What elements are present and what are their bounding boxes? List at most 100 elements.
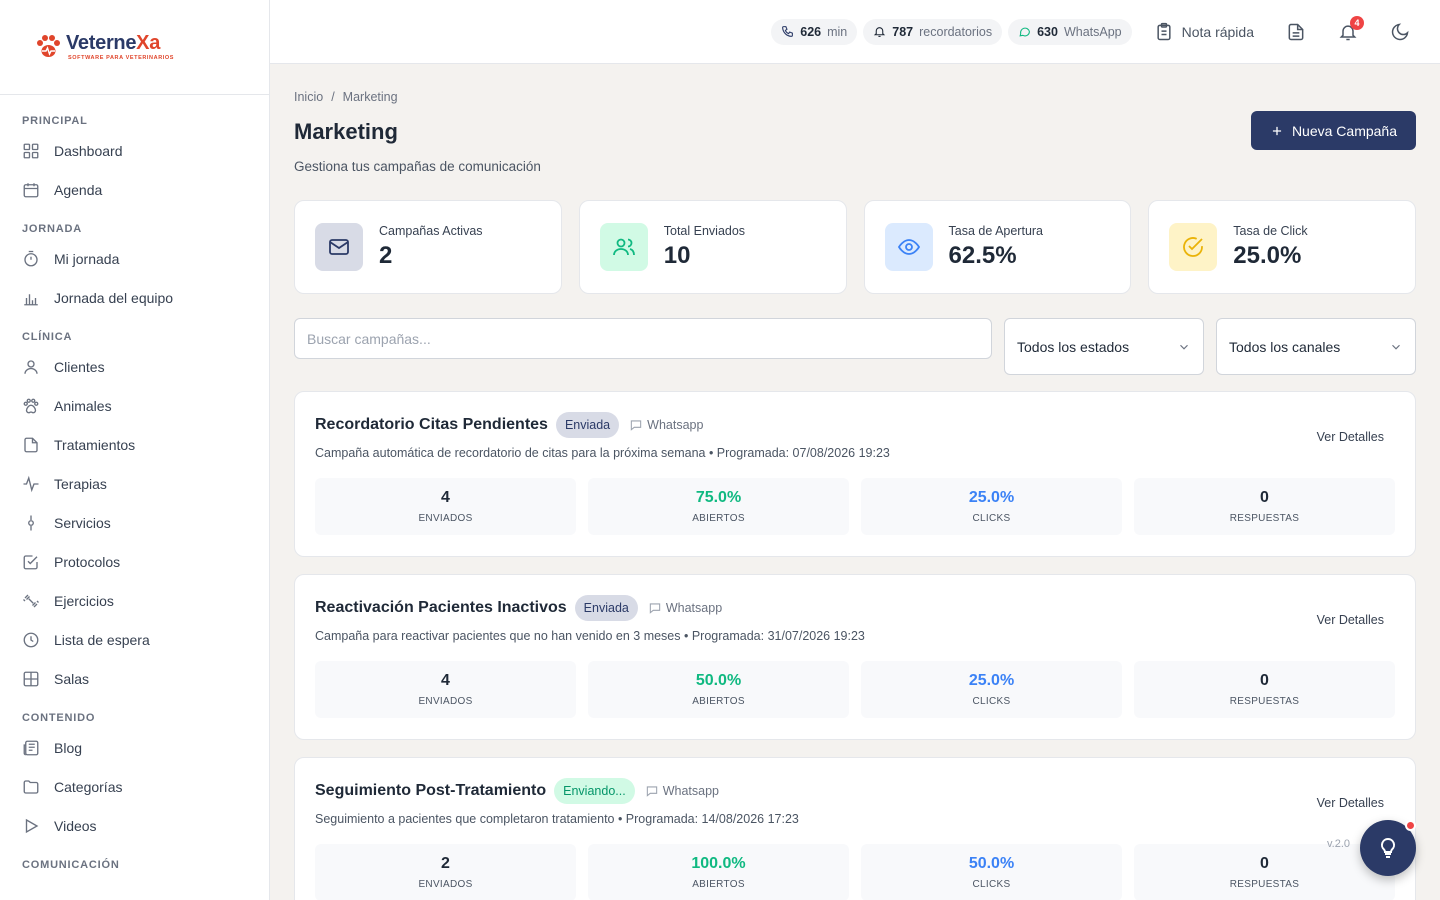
campaign-metrics: 4 ENVIADOS 50.0% ABIERTOS 25.0% CLICKS 0 RES…	[315, 661, 1395, 718]
whatsapp-unit: WhatsApp	[1063, 24, 1122, 39]
mail-icon	[315, 223, 363, 271]
search-input[interactable]	[294, 318, 992, 359]
sidebar-item-jornada-equipo[interactable]: Jornada del equipo	[0, 278, 269, 317]
metric-value: 100.0%	[691, 855, 746, 872]
breadcrumb-home[interactable]: Inicio	[294, 90, 323, 104]
channel-select-value: Todos los canales	[1229, 338, 1341, 355]
metric-opened: 75.0% ABIERTOS	[588, 478, 849, 535]
pin-icon	[22, 514, 40, 532]
sidebar-item-clientes[interactable]: Clientes	[0, 347, 269, 386]
newspaper-icon	[22, 739, 40, 757]
sidebar-item-protocolos[interactable]: Protocolos	[0, 542, 269, 581]
breadcrumb: Inicio / Marketing	[294, 90, 1416, 104]
sidebar-item-agenda[interactable]: Agenda	[0, 170, 269, 209]
metric-sent: 4 ENVIADOS	[315, 478, 576, 535]
metric-responses: 0 RESPUESTAS	[1134, 478, 1395, 535]
sidebar-item-categorias[interactable]: Categorías	[0, 767, 269, 806]
speech-bubble-icon	[645, 784, 659, 798]
sidebar-item-blog[interactable]: Blog	[0, 728, 269, 767]
stat-card-total-sent: Total Enviados 10	[578, 200, 847, 294]
channel-label: Whatsapp	[662, 784, 719, 798]
metric-value: 0	[1260, 489, 1269, 506]
quick-note-button[interactable]: Nota rápida	[1154, 22, 1254, 42]
stat-label: Campañas Activas	[379, 224, 483, 238]
page-subtitle: Gestiona tus campañas de comunicación	[294, 159, 541, 174]
metric-clicks: 25.0% CLICKS	[861, 478, 1122, 535]
sidebar-item-terapias[interactable]: Terapias	[0, 464, 269, 503]
stat-label: Tasa de Apertura	[948, 224, 1044, 238]
campaign-card: Reactivación Pacientes Inactivos Enviada…	[294, 574, 1416, 740]
stat-card-click-rate: Tasa de Click 25.0%	[1148, 200, 1416, 294]
metric-value: 25.0%	[968, 489, 1015, 506]
minutes-unit: min	[827, 24, 848, 39]
paw-icon	[22, 397, 40, 415]
nav-section-contenido: CONTENIDO	[22, 712, 96, 724]
sidebar-item-mi-jornada[interactable]: Mi jornada	[0, 239, 269, 278]
nav-section-principal: PRINCIPAL	[22, 115, 88, 127]
breadcrumb-current: Marketing	[342, 90, 398, 104]
metric-label: ABIERTOS	[692, 879, 745, 890]
metric-responses: 0 RESPUESTAS	[1134, 661, 1395, 718]
reminders-pill[interactable]: 787 recordatorios	[863, 18, 1003, 45]
whatsapp-pill[interactable]: 630 WhatsApp	[1008, 18, 1132, 45]
sidebar-item-servicios[interactable]: Servicios	[0, 503, 269, 542]
document-icon[interactable]	[1286, 22, 1306, 42]
sidebar-item-ejercicios[interactable]: Ejercicios	[0, 581, 269, 620]
metric-label: CLICKS	[972, 696, 1011, 707]
main-content: Inicio / Marketing Marketing Gestiona tu…	[294, 64, 1416, 900]
bar-chart-icon	[22, 289, 40, 307]
metric-label: ABIERTOS	[692, 696, 745, 707]
campaign-description: Campaña para reactivar pacientes que no …	[315, 629, 865, 643]
view-details-button[interactable]: Ver Detalles	[1317, 613, 1384, 627]
sidebar-item-label: Protocolos	[54, 553, 121, 570]
dark-mode-moon-icon[interactable]	[1390, 22, 1410, 42]
ideas-fab-button[interactable]	[1360, 820, 1416, 876]
metric-label: RESPUESTAS	[1229, 879, 1300, 890]
status-badge: Enviando...	[554, 778, 635, 804]
metric-label: ENVIADOS	[418, 696, 473, 707]
stat-label: Tasa de Click	[1233, 224, 1308, 238]
channel-label: Whatsapp	[647, 418, 704, 432]
brand-tagline: SOFTWARE PARA VETERINARIOS	[68, 55, 175, 61]
new-campaign-button[interactable]: Nueva Campaña	[1250, 111, 1416, 150]
reminders-value: 787	[892, 24, 914, 39]
metric-value: 75.0%	[695, 489, 742, 506]
sidebar-item-label: Salas	[54, 670, 90, 687]
chevron-down-icon	[1389, 340, 1403, 354]
metric-label: ENVIADOS	[418, 513, 473, 524]
channel-select[interactable]: Todos los canales	[1216, 318, 1416, 375]
sidebar-item-tratamientos[interactable]: Tratamientos	[0, 425, 269, 464]
sidebar-item-label: Animales	[54, 397, 112, 414]
metric-label: CLICKS	[972, 879, 1011, 890]
calendar-icon	[22, 181, 40, 199]
sidebar-item-salas[interactable]: Salas	[0, 659, 269, 698]
sidebar-item-dashboard[interactable]: Dashboard	[0, 131, 269, 170]
campaign-card: Recordatorio Citas Pendientes Enviada Wh…	[294, 391, 1416, 557]
status-select[interactable]: Todos los estados	[1004, 318, 1204, 375]
lightbulb-icon	[1376, 836, 1400, 860]
notifications-bell-icon[interactable]: 4	[1338, 15, 1364, 42]
minutes-pill[interactable]: 626 min	[771, 18, 858, 45]
metric-label: RESPUESTAS	[1229, 513, 1300, 524]
view-details-button[interactable]: Ver Detalles	[1317, 796, 1384, 810]
stat-value: 2	[379, 242, 393, 269]
campaign-description: Campaña automática de recordatorio de ci…	[315, 446, 890, 460]
page-title: Marketing	[294, 119, 398, 144]
plus-icon	[1270, 124, 1284, 138]
metric-value: 0	[1260, 855, 1269, 872]
sidebar-item-label: Categorías	[54, 778, 123, 795]
view-details-button[interactable]: Ver Detalles	[1317, 430, 1384, 444]
sidebar-item-videos[interactable]: Videos	[0, 806, 269, 845]
quick-note-label: Nota rápida	[1181, 23, 1254, 40]
campaign-title: Reactivación Pacientes Inactivos	[315, 599, 567, 616]
folder-icon	[22, 778, 40, 796]
campaign-channel: Whatsapp	[648, 601, 722, 615]
campaign-channel: Whatsapp	[629, 418, 703, 432]
metric-label: RESPUESTAS	[1229, 696, 1300, 707]
sidebar-nav: PRINCIPAL Dashboard Agenda JORNADA Mi jo…	[0, 95, 269, 875]
campaign-title: Recordatorio Citas Pendientes	[315, 416, 548, 433]
sidebar-item-animales[interactable]: Animales	[0, 386, 269, 425]
brand-logo[interactable]: VeterneXa SOFTWARE PARA VETERINARIOS	[34, 33, 174, 61]
sidebar-item-lista-espera[interactable]: Lista de espera	[0, 620, 269, 659]
sidebar: VeterneXa SOFTWARE PARA VETERINARIOS PRI…	[0, 0, 270, 900]
